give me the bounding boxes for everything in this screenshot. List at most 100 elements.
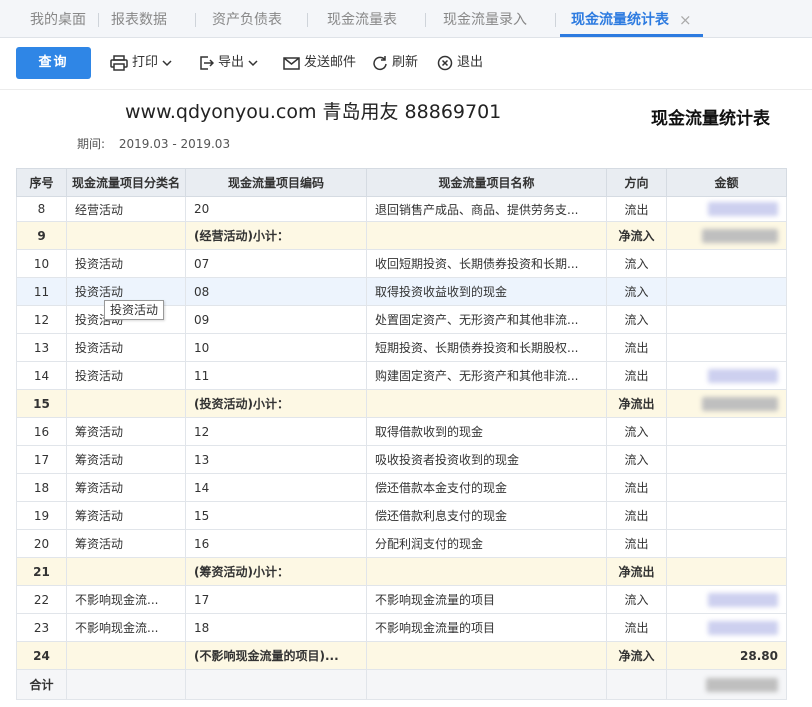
send-email-button[interactable]: 发送邮件 xyxy=(283,52,356,74)
printer-icon xyxy=(110,55,128,71)
row-category xyxy=(66,557,186,586)
close-circle-icon xyxy=(437,55,453,71)
cash-flow-table: 序号 现金流量项目分类名 现金流量项目编码 现金流量项目名称 方向 金额 8 经营… xyxy=(16,168,787,700)
tab-separator xyxy=(425,13,426,27)
total-amount xyxy=(666,669,787,700)
row-direction: 净流入 xyxy=(606,641,667,670)
redacted-amount xyxy=(708,202,778,217)
table-row[interactable]: 17 筹资活动 13 吸收投资者投资收到的现金 流入 xyxy=(16,445,787,474)
table-row[interactable]: 22 不影响现金流... 17 不影响现金流量的项目 流入 xyxy=(16,585,787,614)
row-amount xyxy=(666,473,787,502)
row-code: 17 xyxy=(185,585,367,614)
report-title: 现金流量统计表 xyxy=(651,109,770,129)
row-amount xyxy=(666,196,787,222)
row-code: (筹资活动)小计： xyxy=(185,557,367,586)
redacted-amount xyxy=(702,396,778,411)
export-button[interactable]: 导出 xyxy=(198,52,262,74)
table-row[interactable]: 20 筹资活动 16 分配利润支付的现金 流出 xyxy=(16,529,787,558)
row-amount xyxy=(666,613,787,642)
row-category: 不影响现金流... xyxy=(66,585,186,614)
tab-balance-sheet[interactable]: 资产负债表 xyxy=(212,0,282,38)
tab-separator xyxy=(555,13,556,27)
column-header-category[interactable]: 现金流量项目分类名 xyxy=(66,168,186,197)
row-direction: 流出 xyxy=(606,333,667,362)
table-row[interactable]: 16 筹资活动 12 取得借款收到的现金 流入 xyxy=(16,417,787,446)
refresh-icon xyxy=(373,56,387,71)
tab-cash-flow-stats[interactable]: 现金流量统计表 xyxy=(571,0,669,38)
table-row[interactable]: 9 (经营活动)小计： 净流入 xyxy=(16,221,787,250)
print-button[interactable]: 打印 xyxy=(110,52,176,74)
row-code: 14 xyxy=(185,473,367,502)
row-amount xyxy=(666,277,787,306)
row-name: 购建固定资产、无形资产和其他非流... xyxy=(366,361,607,390)
table-row[interactable]: 15 (投资活动)小计： 净流出 xyxy=(16,389,787,418)
row-amount xyxy=(666,501,787,530)
row-direction: 流入 xyxy=(606,305,667,334)
column-header-direction[interactable]: 方向 xyxy=(606,168,667,197)
total-empty-cell xyxy=(366,669,607,700)
send-email-label: 发送邮件 xyxy=(304,55,357,70)
mail-icon xyxy=(283,57,300,70)
table-row[interactable]: 8 经营活动 20 退回销售产成品、商品、提供劳务支... 流出 xyxy=(16,196,787,222)
close-icon[interactable]: × xyxy=(679,0,692,38)
row-code: 13 xyxy=(185,445,367,474)
chevron-down-icon xyxy=(162,60,172,67)
chevron-down-icon xyxy=(248,60,258,67)
cell-tooltip: 投资活动 xyxy=(104,300,165,320)
table-row[interactable]: 19 筹资活动 15 偿还借款利息支付的现金 流出 xyxy=(16,501,787,530)
row-direction: 净流出 xyxy=(606,557,667,586)
row-category: 投资活动 xyxy=(66,333,186,362)
row-code: 08 xyxy=(185,277,367,306)
row-amount xyxy=(666,585,787,614)
total-empty-cell xyxy=(185,669,367,700)
row-number: 19 xyxy=(16,501,67,530)
row-code: 12 xyxy=(185,417,367,446)
row-amount xyxy=(666,221,787,250)
tab-cash-flow-statement[interactable]: 现金流量表 xyxy=(327,0,397,38)
row-category: 筹资活动 xyxy=(66,529,186,558)
table-row[interactable]: 18 筹资活动 14 偿还借款本金支付的现金 流出 xyxy=(16,473,787,502)
row-number: 23 xyxy=(16,613,67,642)
query-button[interactable]: 查询 xyxy=(16,47,91,79)
active-tab-indicator xyxy=(560,34,703,37)
watermark-site-text: www.qdyonyou.com 青岛用友 88869701 xyxy=(125,101,502,123)
row-amount xyxy=(666,249,787,278)
row-category: 筹资活动 xyxy=(66,445,186,474)
column-header-name[interactable]: 现金流量项目名称 xyxy=(366,168,607,197)
row-name xyxy=(366,641,607,670)
table-header-row: 序号 现金流量项目分类名 现金流量项目编码 现金流量项目名称 方向 金额 xyxy=(16,168,787,197)
table-row[interactable]: 13 投资活动 10 短期投资、长期债券投资和长期股权... 流出 xyxy=(16,333,787,362)
table-row[interactable]: 24 (不影响现金流量的项目)... 净流入 28.80 xyxy=(16,641,787,670)
row-category xyxy=(66,389,186,418)
row-code: 07 xyxy=(185,249,367,278)
table-row[interactable]: 14 投资活动 11 购建固定资产、无形资产和其他非流... 流出 xyxy=(16,361,787,390)
export-icon xyxy=(200,56,214,70)
table-row[interactable]: 10 投资活动 07 收回短期投资、长期债券投资和长期... 流入 xyxy=(16,249,787,278)
row-number: 20 xyxy=(16,529,67,558)
row-category: 不影响现金流... xyxy=(66,613,186,642)
row-number: 22 xyxy=(16,585,67,614)
column-header-code[interactable]: 现金流量项目编码 xyxy=(185,168,367,197)
tab-my-desktop[interactable]: 我的桌面 xyxy=(30,0,86,38)
row-name: 不影响现金流量的项目 xyxy=(366,613,607,642)
tab-cash-flow-entry[interactable]: 现金流量录入 xyxy=(443,0,527,38)
row-code: 16 xyxy=(185,529,367,558)
row-name: 偿还借款本金支付的现金 xyxy=(366,473,607,502)
table-row[interactable]: 21 (筹资活动)小计： 净流出 xyxy=(16,557,787,586)
row-number: 21 xyxy=(16,557,67,586)
row-name: 偿还借款利息支付的现金 xyxy=(366,501,607,530)
row-code: 18 xyxy=(185,613,367,642)
row-code: 20 xyxy=(185,196,367,222)
row-number: 8 xyxy=(16,196,67,222)
exit-label: 退出 xyxy=(457,55,484,70)
tab-bar: 我的桌面 报表数据 资产负债表 现金流量表 现金流量录入 现金流量统计表 × xyxy=(0,0,812,38)
column-header-no[interactable]: 序号 xyxy=(16,168,67,197)
column-header-amount[interactable]: 金额 xyxy=(666,168,787,197)
redacted-amount xyxy=(708,592,778,607)
refresh-button[interactable]: 刷新 xyxy=(372,52,418,74)
row-amount xyxy=(666,389,787,418)
exit-button[interactable]: 退出 xyxy=(437,52,483,74)
table-row[interactable]: 23 不影响现金流... 18 不影响现金流量的项目 流出 xyxy=(16,613,787,642)
tab-report-data[interactable]: 报表数据 xyxy=(111,0,167,38)
row-number: 10 xyxy=(16,249,67,278)
